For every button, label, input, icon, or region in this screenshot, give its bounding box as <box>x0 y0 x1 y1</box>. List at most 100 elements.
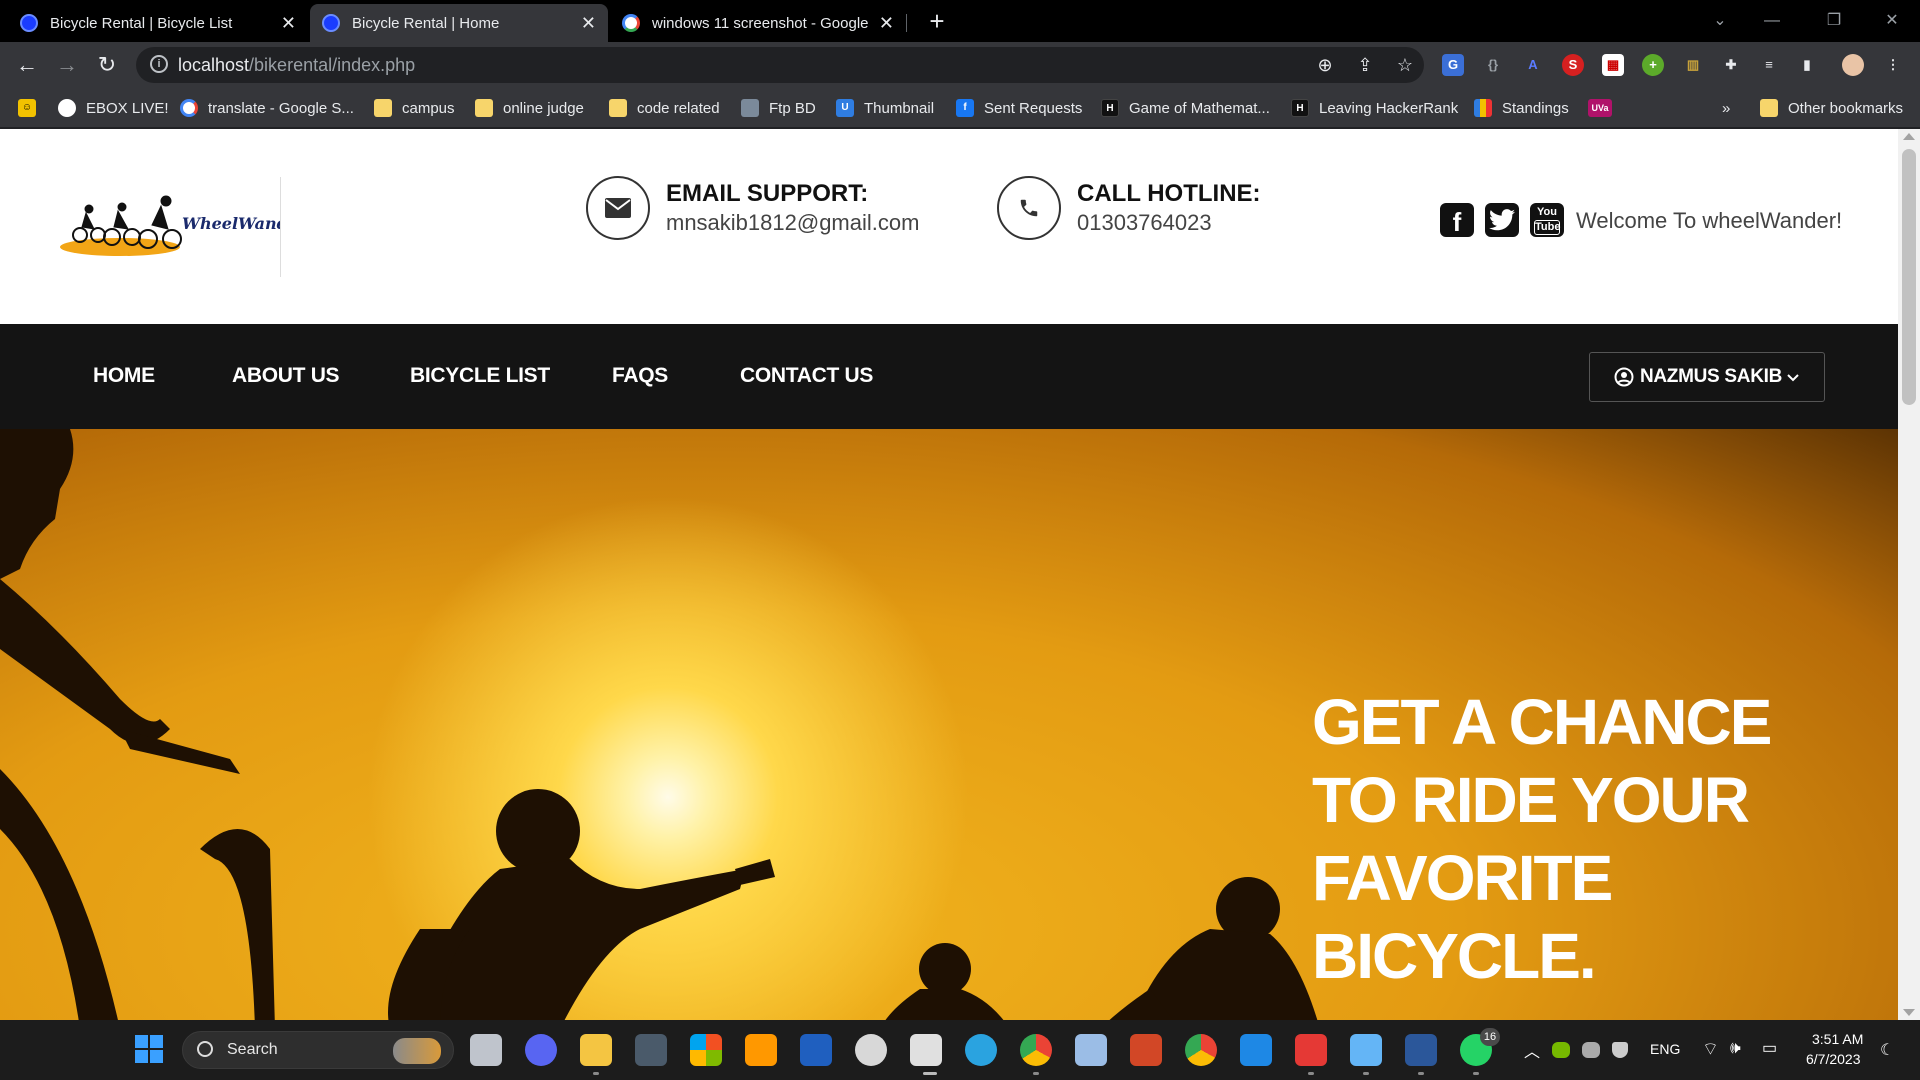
yandex-icon[interactable] <box>855 1034 887 1066</box>
word-icon[interactable] <box>1405 1034 1437 1066</box>
new-tab-button[interactable]: + <box>922 6 952 36</box>
site-logo[interactable]: WheelWander <box>58 191 308 261</box>
address-bar[interactable]: i localhost/bikerental/index.php ⊕ ⇪ ☆ <box>136 47 1424 83</box>
windows-start-icon[interactable] <box>134 1034 166 1066</box>
bookmark-game-of-mathematics[interactable]: H Game of Mathemat... <box>1101 96 1270 120</box>
wifi-icon[interactable]: ⌔ <box>1702 1038 1719 1061</box>
close-icon[interactable]: ✕ <box>581 13 596 34</box>
zoom-icon[interactable]: ⊕ <box>1314 54 1336 76</box>
nav-contact-us[interactable]: CONTACT US <box>740 364 873 388</box>
file-explorer-icon[interactable] <box>580 1034 612 1066</box>
tray-app-icon[interactable] <box>1582 1042 1600 1058</box>
snipping-tool-icon[interactable] <box>910 1034 942 1066</box>
sublime-text-icon[interactable] <box>745 1034 777 1066</box>
logo-divider <box>280 177 281 277</box>
close-icon[interactable]: ✕ <box>281 13 296 34</box>
powerpoint-icon[interactable] <box>1130 1034 1162 1066</box>
volume-icon[interactable]: 🕪 <box>1730 1038 1741 1058</box>
url-text[interactable]: localhost/bikerental/index.php <box>178 55 415 76</box>
nav-home[interactable]: HOME <box>93 364 155 388</box>
whatsapp-icon[interactable]: 16 <box>1460 1028 1500 1066</box>
scroll-up-arrow-icon[interactable] <box>1903 133 1915 140</box>
tab-search-icon[interactable]: ⌄ <box>1700 6 1740 36</box>
clock-time[interactable]: 3:51 AM <box>1812 1031 1863 1047</box>
battery-icon[interactable]: ▭ <box>1762 1038 1777 1058</box>
json-extension-icon[interactable]: {} <box>1482 54 1504 76</box>
bookmark-ftp-bd[interactable]: Ftp BD <box>741 96 816 120</box>
youtube-icon[interactable]: You Tube <box>1530 203 1564 237</box>
page-scrollbar[interactable] <box>1898 129 1920 1020</box>
nvidia-tray-icon[interactable] <box>1552 1042 1570 1058</box>
bookmark-folder-campus[interactable]: campus <box>374 96 455 120</box>
photos-icon[interactable] <box>800 1034 832 1066</box>
twitter-icon[interactable] <box>1485 203 1519 237</box>
discord-icon[interactable] <box>525 1034 557 1066</box>
language-indicator[interactable]: ENG <box>1650 1041 1680 1057</box>
close-window-button[interactable]: ✕ <box>1872 6 1912 36</box>
chart-extension-icon[interactable]: ▥ <box>1682 54 1704 76</box>
back-button[interactable]: ← <box>12 50 42 80</box>
tray-overflow-icon[interactable]: ︿ <box>1524 1038 1540 1062</box>
green-plus-extension-icon[interactable]: + <box>1642 54 1664 76</box>
bookmark-uva[interactable]: UVa <box>1588 96 1612 120</box>
side-panel-icon[interactable]: ▮ <box>1796 54 1818 76</box>
task-view-icon[interactable] <box>470 1034 502 1066</box>
wps-office-icon[interactable] <box>1295 1034 1327 1066</box>
calculator-icon[interactable] <box>635 1034 667 1066</box>
bookmark-sent-requests[interactable]: f Sent Requests <box>956 96 1082 120</box>
tab-home[interactable]: Bicycle Rental | Home ✕ <box>310 4 608 42</box>
taskbar-search-box[interactable]: Search <box>182 1031 454 1069</box>
email-support-value[interactable]: mnsakib1812@gmail.com <box>666 210 919 236</box>
notification-moon-icon[interactable]: ☾ <box>1880 1040 1894 1060</box>
reload-button[interactable]: ↻ <box>92 50 122 80</box>
share-icon[interactable]: ⇪ <box>1354 54 1376 76</box>
forward-button[interactable]: → <box>52 50 82 80</box>
site-info-icon[interactable]: i <box>150 55 168 73</box>
font-extension-icon[interactable]: A <box>1522 54 1544 76</box>
envelope-icon <box>586 176 650 240</box>
paint-icon[interactable] <box>1350 1034 1382 1066</box>
clock-date[interactable]: 6/7/2023 <box>1806 1051 1861 1067</box>
grid-extension-icon[interactable]: ▦ <box>1602 54 1624 76</box>
scroll-down-arrow-icon[interactable] <box>1903 1009 1915 1016</box>
minimize-button[interactable]: — <box>1752 6 1792 36</box>
extensions-puzzle-icon[interactable]: ✚ <box>1720 54 1742 76</box>
close-icon[interactable]: ✕ <box>879 13 894 34</box>
bookmarks-overflow-button[interactable]: » <box>1722 96 1730 120</box>
ftp-icon <box>741 99 759 117</box>
facebook-icon[interactable]: f <box>1440 203 1474 237</box>
vscode-icon[interactable] <box>1240 1034 1272 1066</box>
browser-menu-icon[interactable]: ⋮ <box>1882 54 1904 76</box>
profile-avatar[interactable] <box>1842 54 1864 76</box>
google-icon <box>180 99 198 117</box>
microsoft-store-icon[interactable] <box>690 1034 722 1066</box>
bookmark-leaving-hackerrank[interactable]: H Leaving HackerRank <box>1291 96 1458 120</box>
bookmark-ebox[interactable]: ☺ <box>18 96 40 120</box>
telegram-icon[interactable] <box>965 1034 997 1066</box>
image-viewer-icon[interactable] <box>1075 1034 1107 1066</box>
reading-list-icon[interactable]: ≡ <box>1758 54 1780 76</box>
chrome-profile-icon[interactable] <box>1185 1034 1217 1066</box>
bookmark-standings[interactable]: Standings <box>1474 96 1569 120</box>
bookmark-star-icon[interactable]: ☆ <box>1394 54 1416 76</box>
bookmark-ebox-live[interactable]: EBOX LIVE! <box>58 96 169 120</box>
tab-bicycle-list[interactable]: Bicycle Rental | Bicycle List ✕ <box>8 4 308 42</box>
nav-faqs[interactable]: FAQS <box>612 364 668 388</box>
nav-about-us[interactable]: ABOUT US <box>232 364 340 388</box>
scrollbar-thumb[interactable] <box>1902 149 1916 405</box>
other-bookmarks[interactable]: Other bookmarks <box>1760 96 1903 120</box>
bookmark-folder-online-judge[interactable]: online judge <box>475 96 584 120</box>
bookmark-folder-code-related[interactable]: code related <box>609 96 720 120</box>
red-extension-icon[interactable]: S <box>1562 54 1584 76</box>
chrome-icon[interactable] <box>1020 1034 1052 1066</box>
call-hotline-value[interactable]: 01303764023 <box>1077 210 1261 236</box>
google-translate-extension-icon[interactable]: G <box>1442 54 1464 76</box>
security-tray-icon[interactable] <box>1612 1042 1628 1058</box>
restore-button[interactable]: ❐ <box>1814 6 1854 36</box>
user-menu-button[interactable]: NAZMUS SAKIB <box>1589 352 1825 402</box>
bookmark-translate[interactable]: translate - Google S... <box>180 96 354 120</box>
nav-bicycle-list[interactable]: BICYCLE LIST <box>410 364 550 388</box>
bookmark-thumbnail[interactable]: U Thumbnail <box>836 96 934 120</box>
running-indicator <box>1473 1072 1479 1075</box>
tab-google-search[interactable]: windows 11 screenshot - Google ✕ <box>610 4 906 42</box>
